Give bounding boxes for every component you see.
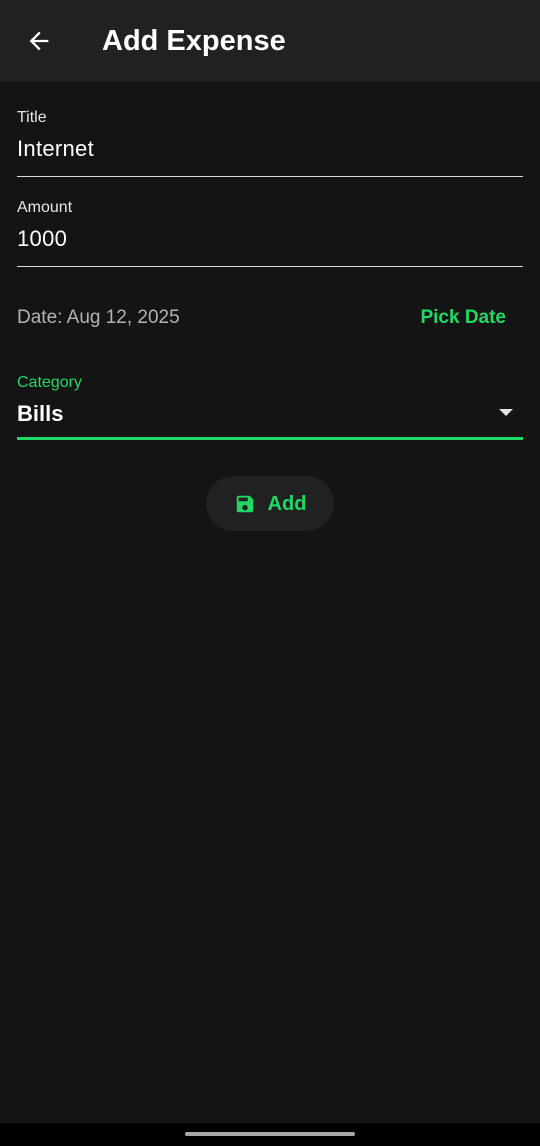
pick-date-button[interactable]: Pick Date xyxy=(420,306,506,330)
arrow-drop-down-icon[interactable] xyxy=(499,409,513,416)
page-title: Add Expense xyxy=(102,25,286,57)
category-dropdown[interactable]: Category Bills xyxy=(17,373,523,443)
title-field[interactable]: Title Internet xyxy=(17,104,523,178)
back-button[interactable] xyxy=(18,20,60,62)
title-label: Title xyxy=(17,109,47,126)
arrow-back-icon xyxy=(29,31,49,51)
add-expense-screen: Add Expense Title Internet Amount 1000 D… xyxy=(0,0,540,1146)
home-indicator[interactable] xyxy=(185,1132,355,1136)
date-text: Date: Aug 12, 2025 xyxy=(17,307,180,328)
save-icon xyxy=(234,493,256,515)
title-underline xyxy=(17,176,523,177)
category-underline xyxy=(17,437,523,440)
app-bar: Add Expense xyxy=(0,0,540,82)
system-nav-bar xyxy=(0,1123,540,1146)
amount-underline xyxy=(17,266,523,267)
add-button[interactable]: Add xyxy=(206,476,334,531)
title-input[interactable]: Internet xyxy=(17,135,94,163)
add-button-label: Add xyxy=(267,492,307,515)
amount-label: Amount xyxy=(17,199,73,216)
amount-field[interactable]: Amount 1000 xyxy=(17,194,523,268)
amount-input[interactable]: 1000 xyxy=(17,225,67,253)
category-value[interactable]: Bills xyxy=(17,400,63,428)
category-label: Category xyxy=(17,374,82,391)
